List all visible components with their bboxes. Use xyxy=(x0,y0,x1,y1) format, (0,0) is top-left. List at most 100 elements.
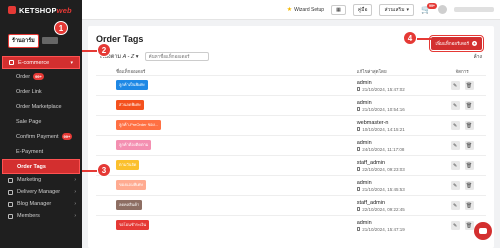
sidebar-item-sale-page[interactable]: Sale Page xyxy=(0,114,82,129)
order-tag-label: รอโอนชำระเงิน xyxy=(116,219,150,230)
delete-button[interactable]: 🗑 xyxy=(464,121,474,130)
cart-badge: 99+ xyxy=(427,3,437,9)
trash-icon: 🗑 xyxy=(465,82,473,89)
sidebar-item-marketing[interactable]: Marketing › xyxy=(0,174,82,186)
delete-button[interactable]: 🗑 xyxy=(464,161,474,170)
cart-button[interactable]: 🛒 99+ xyxy=(421,3,437,14)
delete-button[interactable]: 🗑 xyxy=(464,141,474,150)
trash-icon: 🗑 xyxy=(465,202,473,209)
calendar-icon xyxy=(356,127,361,131)
calendar-icon xyxy=(356,107,361,111)
user-name-blurred[interactable] xyxy=(454,7,494,12)
account-logo xyxy=(41,37,58,44)
table-row: ลดคลสินค้า staff_admin 22/10/2024, 09:22… xyxy=(96,195,486,215)
pencil-icon: ✎ xyxy=(453,182,458,189)
delete-button[interactable]: 🗑 xyxy=(464,101,474,110)
modified-date: 21/10/2024, 10:54:16 xyxy=(362,106,405,112)
modified-date: 22/10/2024, 09:23:03 xyxy=(362,166,405,172)
sidebar-item-order-tags[interactable]: Order Tags xyxy=(2,159,80,174)
order-tags-card: Order Tags เพิ่มแท็กออร์เดอร์ + เรียงตาม… xyxy=(88,26,494,248)
edit-button[interactable]: ✎ xyxy=(450,101,460,110)
col-header-actions: จัดการ xyxy=(455,68,469,74)
edit-button[interactable]: ✎ xyxy=(450,121,460,130)
manual-button[interactable]: คู่มือ xyxy=(352,3,373,16)
pencil-icon: ✎ xyxy=(453,102,458,109)
addons-dropdown[interactable]: ส่วนเสริม ▾ xyxy=(379,3,415,16)
sidebar-item-order[interactable]: Order 99+ xyxy=(0,69,82,84)
col-header-modified-by: แก้ไขล่าสุดโดย xyxy=(356,68,387,74)
sidebar-item-order-link[interactable]: Order Link xyxy=(0,84,82,99)
callout-3: 3 xyxy=(97,163,111,177)
avatar[interactable] xyxy=(438,5,447,14)
edit-button[interactable]: ✎ xyxy=(450,141,460,150)
sidebar-item-confirm-payment[interactable]: Confirm Payment 99+ xyxy=(0,129,82,144)
wizard-setup-button[interactable]: ★ Wizard Setup xyxy=(286,6,324,14)
table-row: ตามวันจัด staff_admin 22/10/2024, 09:23:… xyxy=(96,155,486,175)
pencil-icon: ✎ xyxy=(453,162,458,169)
star-icon: ★ xyxy=(286,7,293,13)
add-order-tag-button[interactable]: เพิ่มแท็กออร์เดอร์ + xyxy=(428,34,485,53)
megaphone-icon xyxy=(8,177,13,183)
delete-button[interactable]: 🗑 xyxy=(464,81,474,90)
calendar-icon xyxy=(356,207,361,211)
modified-by-name: admin xyxy=(356,219,372,226)
edit-button[interactable]: ✎ xyxy=(450,201,460,210)
modified-by-name: admin xyxy=(356,99,372,106)
brand-logo[interactable]: KETSHOPweb xyxy=(0,0,82,20)
order-tag-label: ลูกค้าเป็นพิเศษ xyxy=(116,79,148,90)
chat-button[interactable] xyxy=(474,222,492,240)
brand-icon xyxy=(8,6,16,14)
chevron-right-icon: › xyxy=(74,189,76,195)
clear-button[interactable]: ล้าง xyxy=(474,53,482,61)
trash-icon: 🗑 xyxy=(465,162,473,169)
modified-date: 21/10/2024, 15:47:19 xyxy=(362,226,405,232)
edit-button[interactable]: ✎ xyxy=(450,81,460,90)
callout-2-arrow xyxy=(82,50,97,52)
modified-by-name: admin xyxy=(356,79,372,86)
edit-button[interactable]: ✎ xyxy=(450,181,460,190)
sidebar-item-order-marketplace[interactable]: Order Marketplace xyxy=(0,99,82,114)
trash-icon: 🗑 xyxy=(465,142,473,149)
blog-icon xyxy=(8,201,13,207)
col-header-tag-name: ชื่อแท็กออเดอร์ xyxy=(116,68,146,74)
modified-by-name: webmaster-n xyxy=(356,119,389,126)
chat-icon xyxy=(479,228,487,234)
ecommerce-submenu: Order 99+ Order Link Order Marketplace Sa… xyxy=(0,69,82,174)
modified-by-name: admin xyxy=(356,139,372,146)
pencil-icon: ✎ xyxy=(453,142,458,149)
top-bar: ★ Wizard Setup ▦ คู่มือ ส่วนเสริม ▾ 🛒 99+ xyxy=(82,0,500,20)
delete-button[interactable]: 🗑 xyxy=(464,201,474,210)
pencil-icon: ✎ xyxy=(453,82,458,89)
trash-icon: 🗑 xyxy=(465,122,473,129)
order-tag-label: ตามวันจัด xyxy=(116,159,140,170)
calendar-icon xyxy=(356,167,361,171)
sidebar-item-members[interactable]: Members › xyxy=(0,210,82,222)
order-count-badge: 99+ xyxy=(33,73,44,80)
table-row: ลูกค้าต้องติดตาม admin 24/10/2024, 11:17… xyxy=(96,135,486,155)
table-body: ลูกค้าเป็นพิเศษ admin 21/10/2024, 15:47:… xyxy=(96,75,486,235)
keyboard-button[interactable]: ▦ xyxy=(331,4,346,15)
delete-button[interactable]: 🗑 xyxy=(464,181,474,190)
modified-date: 10/10/2024, 14:15:21 xyxy=(362,126,405,132)
calendar-icon xyxy=(356,87,361,91)
account-switcher[interactable]: ร้านอาร์ม xyxy=(0,20,82,54)
chevron-down-icon: ▾ xyxy=(406,6,410,13)
plus-icon: + xyxy=(472,41,477,46)
chevron-down-icon: ▾ xyxy=(70,59,73,66)
order-tag-label: ลูกค้า-PreOrder ของ... xyxy=(116,119,162,130)
order-tag-label: ของแถมพิเศษ xyxy=(116,179,146,190)
sidebar-item-delivery-manager[interactable]: Delivery Manager › xyxy=(0,186,82,198)
sidebar-item-ecommerce[interactable]: E-commerce ▾ xyxy=(2,56,80,69)
sidebar-item-e-payment[interactable]: E-Payment xyxy=(0,144,82,159)
table-row: ของแถมพิเศษ admin 21/10/2024, 15:45:53 ✎… xyxy=(96,175,486,195)
account-name: ร้านอาร์ม xyxy=(8,33,39,48)
callout-1: 1 xyxy=(54,21,68,35)
trash-icon: 🗑 xyxy=(465,182,473,189)
calendar-icon xyxy=(356,227,361,231)
edit-button[interactable]: ✎ xyxy=(450,221,460,230)
trash-icon: 🗑 xyxy=(465,222,473,229)
sidebar-item-blog-manager[interactable]: Blog Manager › xyxy=(0,198,82,210)
edit-button[interactable]: ✎ xyxy=(450,161,460,170)
delete-button[interactable]: 🗑 xyxy=(464,221,474,230)
search-input[interactable] xyxy=(144,52,209,61)
